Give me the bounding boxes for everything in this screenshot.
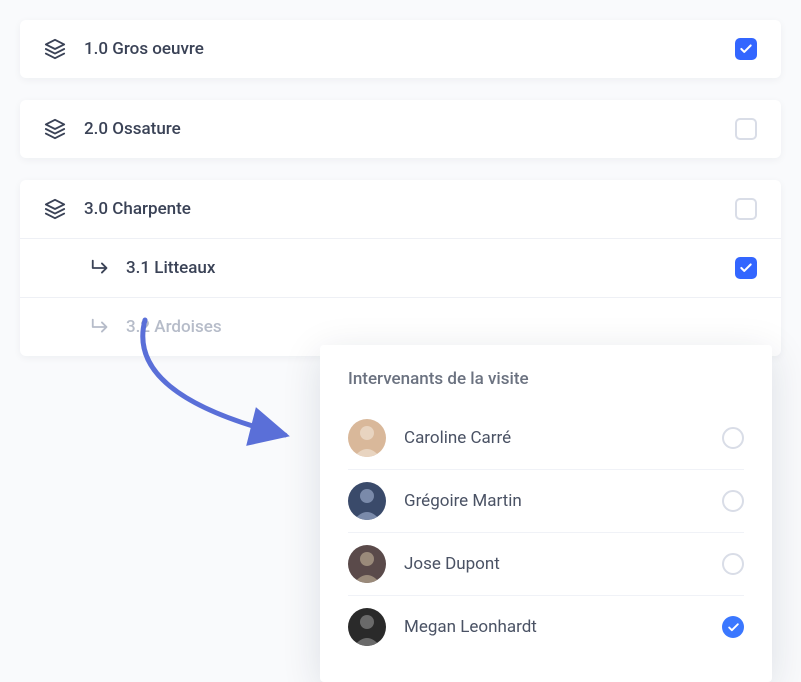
category-card[interactable]: 3.0 Charpente 3.1 Litteaux 3.2 Ardoises xyxy=(20,180,781,356)
category-label: 1.0 Gros oeuvre xyxy=(84,39,735,59)
category-card[interactable]: 1.0 Gros oeuvre xyxy=(20,20,781,78)
participant-row[interactable]: Caroline Carré xyxy=(348,407,744,470)
child-arrow-icon xyxy=(90,257,112,279)
popup-title: Intervenants de la visite xyxy=(348,369,744,389)
category-label: 2.0 Ossature xyxy=(84,119,735,139)
participant-radio[interactable] xyxy=(722,427,744,449)
subcategory-label: 3.1 Litteaux xyxy=(126,258,735,278)
subcategory-checkbox[interactable] xyxy=(735,257,757,279)
category-row[interactable]: 3.0 Charpente xyxy=(20,180,781,238)
participant-name: Caroline Carré xyxy=(404,428,722,448)
participant-row[interactable]: Megan Leonhardt xyxy=(348,596,744,658)
participant-radio[interactable] xyxy=(722,553,744,575)
layers-icon xyxy=(44,118,66,140)
category-row[interactable]: 1.0 Gros oeuvre xyxy=(20,20,781,78)
participant-row[interactable]: Grégoire Martin xyxy=(348,470,744,533)
participant-row[interactable]: Jose Dupont xyxy=(348,533,744,596)
category-row[interactable]: 2.0 Ossature xyxy=(20,100,781,158)
category-label: 3.0 Charpente xyxy=(84,199,735,219)
category-card[interactable]: 2.0 Ossature xyxy=(20,100,781,158)
avatar xyxy=(348,608,386,646)
participant-name: Grégoire Martin xyxy=(404,491,722,511)
avatar xyxy=(348,545,386,583)
layers-icon xyxy=(44,198,66,220)
participants-popup: Intervenants de la visite Caroline Carré… xyxy=(320,345,772,682)
avatar xyxy=(348,419,386,457)
participant-name: Jose Dupont xyxy=(404,554,722,574)
category-checkbox[interactable] xyxy=(735,38,757,60)
avatar xyxy=(348,482,386,520)
layers-icon xyxy=(44,38,66,60)
participant-radio[interactable] xyxy=(722,490,744,512)
participant-radio[interactable] xyxy=(722,616,744,638)
category-checkbox[interactable] xyxy=(735,118,757,140)
subcategory-row[interactable]: 3.1 Litteaux xyxy=(20,238,781,297)
participant-name: Megan Leonhardt xyxy=(404,617,722,637)
category-checkbox[interactable] xyxy=(735,198,757,220)
child-arrow-icon xyxy=(90,316,112,338)
subcategory-label: 3.2 Ardoises xyxy=(126,317,757,337)
